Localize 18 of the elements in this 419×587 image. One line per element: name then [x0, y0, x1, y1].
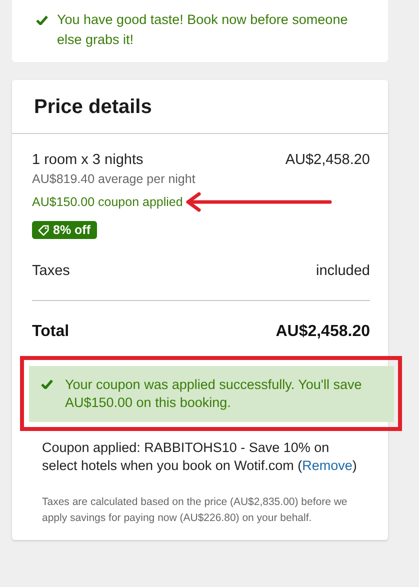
total-amount: AU$2,458.20 [276, 322, 370, 340]
section-title: Price details [12, 80, 388, 134]
badge-text: 8% off [53, 223, 90, 237]
coupon-info: Coupon applied: RABBITOHS10 - Save 10% on select hotels when you book on Wotif.com (Remove) [42, 438, 358, 474]
success-message: Your coupon was applied successfully. You'll save AU$150.00 on this booking. [65, 376, 363, 412]
remove-link[interactable]: Remove [302, 458, 352, 472]
checkmark-icon [36, 15, 48, 25]
checkmark-icon [41, 378, 53, 388]
average-price: AU$819.40 average per night [32, 172, 196, 186]
taxes-value: included [316, 262, 370, 278]
room-amount: AU$2,458.20 [285, 152, 370, 168]
total-label: Total [32, 322, 70, 340]
room-label: 1 room x 3 nights [32, 152, 144, 168]
banner-message: You have good taste! Book now before someone else grabs it! [57, 11, 349, 49]
coupon-note: AU$150.00 coupon applied [32, 195, 183, 209]
taxes-label: Taxes [32, 262, 70, 278]
tax-footnote: Taxes are calculated based on the price (AU$2,835.00) before we apply savings for paying now (AU$226.80) on your behalf. [42, 494, 348, 526]
tag-icon [38, 224, 49, 236]
